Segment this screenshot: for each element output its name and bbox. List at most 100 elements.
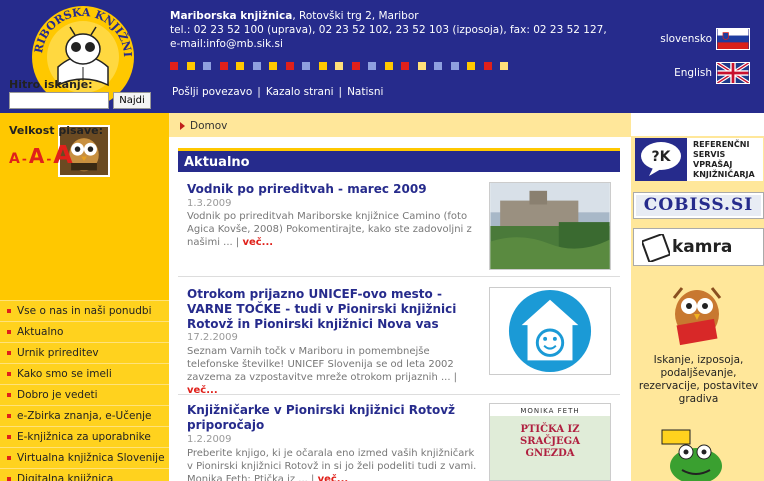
slovenia-flag-icon [716, 28, 750, 50]
contact-info: Mariborska knjižnica, Rotovški trg 2, Ma… [170, 9, 650, 51]
news-excerpt: Seznam Varnih točk v Mariboru in pomembn… [187, 345, 477, 397]
decorative-square [252, 62, 261, 70]
sidebar-item-label: E-knjižnica za uporabnike [17, 431, 151, 443]
owl-reading-icon [672, 287, 722, 346]
sitemap-link[interactable]: Kazalo strani [266, 86, 334, 98]
email-line[interactable]: e-mail:info@mb.sik.si [170, 37, 650, 51]
decorative-square [467, 62, 475, 70]
decorative-square [351, 62, 360, 70]
news-date: 17.2.2009 [187, 332, 238, 343]
language-slovene-label: slovensko [660, 33, 712, 45]
bullet-icon [7, 477, 11, 481]
bullet-icon [7, 456, 11, 460]
decorative-square [302, 62, 310, 70]
decorative-square [417, 62, 426, 70]
font-size-label: Velkost pisave: [9, 124, 103, 137]
cobiss-link[interactable]: COBISS.SI [633, 192, 764, 219]
bullet-icon [7, 414, 11, 418]
language-english[interactable]: English [674, 62, 750, 84]
decorative-square [401, 62, 409, 70]
decorative-square [285, 62, 294, 70]
news-item: Vodnik po prireditvah - marec 2009 1.3.2… [178, 182, 620, 277]
sidebar-item-label: Virtualna knjižnica Slovenije [17, 452, 165, 464]
decorative-square [384, 62, 393, 70]
decorative-square [450, 62, 459, 70]
news-date: 1.3.2009 [187, 198, 232, 209]
language-slovene[interactable]: slovensko [660, 28, 750, 50]
decorative-square [318, 62, 327, 70]
sidebar-item-past-events[interactable]: Kako smo se imeli [0, 363, 169, 384]
sidebar-item-about[interactable]: Vse o nas in naši ponudbi [0, 300, 169, 321]
font-size-separator: - [21, 152, 27, 166]
sidebar-item-virtual-library[interactable]: Virtualna knjižnica Slovenije [0, 447, 169, 468]
news-excerpt: Preberite knjigo, ki je očarala eno izme… [187, 447, 477, 481]
frog-mascot-icon [661, 429, 722, 481]
breadcrumb: Domov [180, 120, 227, 132]
bullet-icon [7, 393, 11, 397]
sidebar-item-events[interactable]: Urnik prireditev [0, 342, 169, 363]
nav-separator: | [338, 86, 343, 98]
sidebar-item-label: Vse o nas in naši ponudbi [17, 305, 152, 317]
news-photo-building[interactable] [489, 182, 611, 270]
decorative-square [236, 62, 244, 70]
read-more-link[interactable]: več... [318, 474, 349, 481]
sidebar-item-digital-library[interactable]: Digitalna knjižnica [0, 468, 169, 481]
quick-search-input[interactable] [9, 92, 109, 109]
decorative-square [483, 62, 492, 70]
font-size-large-button[interactable]: A [53, 140, 72, 169]
safe-point-house-icon[interactable] [489, 287, 611, 375]
sidebar-item-e-library[interactable]: E-knjižnica za uporabnike [0, 426, 169, 447]
bullet-icon [7, 351, 11, 355]
quick-search-label: Hitro iskanje: [9, 78, 93, 91]
top-navigation: Pošlji povezavo | Kazalo strani | Natisni [172, 86, 383, 98]
decorative-square [500, 62, 508, 70]
decorative-square [368, 62, 376, 70]
read-more-link[interactable]: več... [242, 237, 273, 248]
ask-librarian-icon: ?K [635, 138, 687, 181]
news-excerpt-text: Seznam Varnih točk v Mariboru in pomembn… [187, 346, 458, 383]
send-link-button[interactable]: Pošlji povezavo [172, 86, 252, 98]
font-size-medium-button[interactable]: A [29, 144, 44, 168]
sidebar-item-good-to-know[interactable]: Dobro je vedeti [0, 384, 169, 405]
book-cover-image[interactable]: MONIKA FETH PTIČKA IZ SRAČJEGA GNEZDA [489, 403, 611, 481]
sidebar-item-label: Aktualno [17, 326, 64, 338]
reference-service-banner[interactable]: ?K REFERENČNI SERVIS VPRAŠAJ KNJIŽNIČARJ… [635, 138, 763, 181]
decorative-square [269, 62, 277, 70]
breadcrumb-bar [169, 113, 631, 137]
bullet-icon [7, 435, 11, 439]
sidebar-menu: Vse o nas in naši ponudbi Aktualno Urnik… [0, 300, 169, 481]
sidebar-item-news[interactable]: Aktualno [0, 321, 169, 342]
news-title-link[interactable]: Otrokom prijazno UNICEF-ovo mesto - VARN… [187, 287, 477, 332]
decorative-square [434, 62, 442, 70]
search-button[interactable]: Najdi [113, 92, 151, 109]
book-cover-author: MONIKA FETH [490, 404, 610, 416]
news-item: Knjižničarke v Pionirski knjižnici Rotov… [178, 403, 620, 481]
library-address: , Rotovški trg 2, Maribor [292, 10, 419, 22]
news-excerpt: Vodnik po prireditvah Mariborske knjižni… [187, 210, 477, 249]
news-title-link[interactable]: Knjižničarke v Pionirski knjižnici Rotov… [187, 403, 477, 433]
cobiss-logo: COBISS.SI [636, 195, 761, 216]
decorative-dots [170, 62, 530, 70]
kamra-logo-icon [642, 234, 670, 262]
news-item: Otrokom prijazno UNICEF-ovo mesto - VARN… [178, 287, 620, 397]
font-size-controls: A - A -A [9, 140, 73, 169]
sidebar-item-label: e-Zbirka znanja, e-Učenje [17, 410, 152, 422]
font-size-small-button[interactable]: A [9, 151, 20, 167]
section-title: Aktualno [178, 148, 620, 172]
sidebar-item-label: Kako smo se imeli [17, 368, 112, 380]
bullet-icon [7, 309, 11, 313]
decorative-square [219, 62, 228, 70]
kamra-logo-text: kamra [672, 237, 733, 257]
telephone-line: tel.: 02 23 52 100 (uprava), 02 23 52 10… [170, 24, 607, 36]
breadcrumb-home-link[interactable]: Domov [190, 120, 227, 132]
kamra-link[interactable]: kamra [633, 228, 764, 266]
decorative-square [335, 62, 343, 70]
read-more-link[interactable]: več... [187, 385, 218, 396]
book-cover-title: PTIČKA IZ SRAČJEGA GNEZDA [520, 424, 580, 459]
uk-flag-icon [716, 62, 750, 84]
decorative-square [186, 62, 195, 70]
news-title-link[interactable]: Vodnik po prireditvah - marec 2009 [187, 182, 477, 197]
library-name: Mariborska knjižnica [170, 10, 293, 22]
print-link[interactable]: Natisni [347, 86, 383, 98]
sidebar-item-e-collection[interactable]: e-Zbirka znanja, e-Učenje [0, 405, 169, 426]
